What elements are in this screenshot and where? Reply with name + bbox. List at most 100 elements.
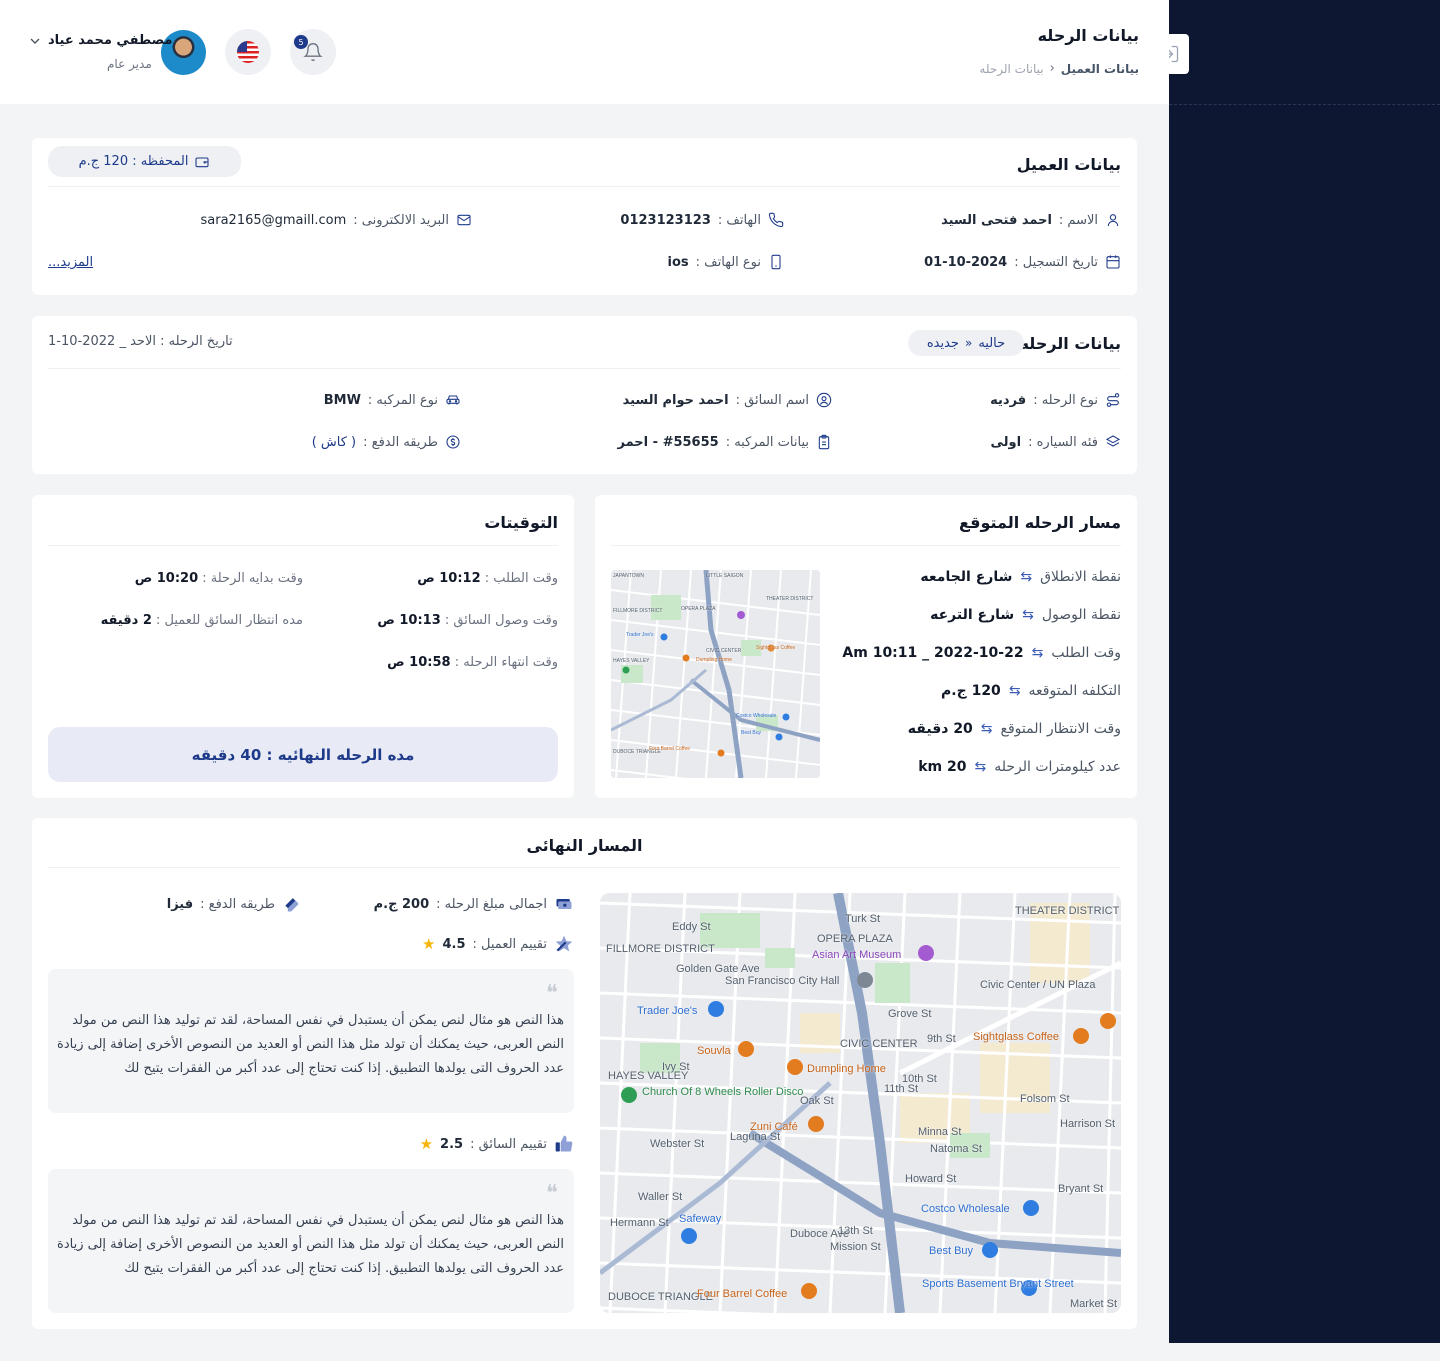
user-circle-icon [816,392,832,408]
map-label: 11th St [884,1083,919,1095]
client-phone-field: الهاتف : 0123123123 [620,212,784,228]
swap-arrows-icon: ⇆ [1008,683,1021,699]
start-time-value: 10:20 ص [134,571,199,586]
driver-rating-field: تقييم السائق : 2.5 ★ [420,1134,574,1154]
payment-method-value: ( كاش ) [311,434,357,450]
client-name-label: الاسم : [1058,212,1098,228]
route-row-label: وقت الانتظار المتوقع [1000,721,1121,737]
vehicle-info-field: بيانات المركبه : #55655 - احمر [617,434,832,450]
money-icon [446,435,460,449]
expected-route-map[interactable]: JAPANTOWN LITTLE SAIGON THEATER DISTRICT OP… [611,570,820,778]
vehicle-type-label: نوع المركبه : [367,392,438,408]
map-label: Laguna St [730,1131,781,1143]
star-icon: ★ [422,935,436,953]
breadcrumb-client[interactable]: بيانات العميل [1061,62,1139,76]
map-label: CIVIC CENTER [840,1038,918,1050]
divider [48,867,1121,868]
route-row-label: التكلفه المتوقعه [1028,683,1121,699]
map-label: 9th St [927,1033,956,1045]
timings-title: التوقيتات [484,513,558,532]
end-time-value: 10:58 ص [387,655,451,670]
calendar-icon [1106,255,1120,269]
route-row: عدد كيلومترات الرحله ⇆ 20 km [918,759,1121,775]
route-row: نقطة الانطلاق ⇆ شارع الجامعه [920,569,1121,585]
final-route-map[interactable]: THEATER DISTRICT OPERA PLAZA FILLMORE DIST… [600,893,1121,1313]
map-label: FILLMORE DISTRICT [606,943,715,955]
route-row: وقت الطلب ⇆ 2022-10-22 _ 10:11 Am [842,645,1121,661]
wallet-icon [195,156,209,167]
driver-wait-row: مده انتظار السائق للعميل : 2 دقيقه [101,613,303,628]
vehicle-info-value: #55655 - احمر [617,434,719,450]
total-duration-banner: مده الرحله النهائيه : 40 دقيقه [48,727,558,782]
final-route-card: المسار النهائى اجمالى مبلغ الرحله : 200 … [32,818,1137,1329]
vehicle-type-value: BMW [323,392,361,408]
driver-arrival-value: 10:13 ص [377,613,441,628]
map-label: Four Barrel Coffee [649,746,691,752]
vehicle-info-label: بيانات المركبه : [725,434,809,450]
wallet-badge: المحفظه : 120 ج.م [48,146,241,177]
route-row-label: نقطة الوصول [1041,607,1121,623]
trip-date: تاريخ الرحله : الاحد _ 2022-10-1 [48,334,233,349]
clipboard-icon [818,434,830,450]
route-row: التكلفه المتوقعه ⇆ 120 ج.م [941,683,1121,699]
trip-card-title: بيانات الرحله [1019,334,1121,353]
trip-type-value: فرديه [990,392,1027,408]
map-label: JAPANTOWN [613,573,644,579]
driver-arrival-row: وقت وصول السائق : 10:13 ص [377,613,558,628]
driver-name-value: احمد حوام السيد [622,392,729,408]
map-label: Market St [1070,1298,1118,1310]
map-label: Costco Wholesale [921,1203,1010,1215]
driver-review: ❝ هذا النص هو مثال لنص يمكن أن يستبدل في… [48,1169,574,1313]
trip-amount-field: اجمالى مبلغ الرحله : 200 ج.م [374,894,574,914]
map-label: Asian Art Museum [812,949,902,961]
route-row: نقطة الوصول ⇆ شارع الترعه [930,607,1121,623]
breadcrumb: بيانات العميل ‹ بيانات الرحله [979,61,1139,76]
user-icon [1107,214,1119,227]
client-rating-label: تقييم العميل : [472,936,547,952]
client-name-value: احمد فتحى السيد [941,212,1052,228]
swap-arrows-icon: ⇆ [974,759,987,775]
client-registration-value: 01-10-2024 [924,254,1008,270]
expected-route-title: مسار الرحله المتوقع [959,513,1121,532]
notifications-button[interactable]: 5 [290,29,336,75]
client-review: ❝ هذا النص هو مثال لنص يمكن أن يستبدل في… [48,969,574,1113]
map-label: Harrison St [1060,1118,1116,1130]
language-button[interactable] [225,29,271,75]
map-label: Dumpling Home [807,1063,886,1075]
final-payment-value: فيزا [166,896,194,912]
chevron-down-icon[interactable] [30,37,40,45]
client-device-label: نوع الهاتف : [695,254,761,270]
more-link[interactable]: المزيد... [48,255,93,270]
driver-rating-label: تقييم السائق : [470,1136,547,1152]
payment-method-field: طريقه الدفع : ( كاش ) [312,434,461,450]
route-row-value: شارع الجامعه [920,569,1013,585]
notification-count-badge: 5 [294,35,308,49]
map-label: Ivy St [662,1061,690,1073]
sidebar-divider [1169,104,1440,105]
map-label: Folsom St [1020,1093,1070,1105]
map-label: THEATER DISTRICT [766,596,814,602]
car-class-field: فئه السياره : اولى [991,434,1121,450]
route-row-value: 20 دقيقه [907,721,973,737]
map-label: Golden Gate Ave [676,963,760,975]
client-email-value: sara2165@gmaill.com [200,212,347,228]
map-label: Mission St [830,1241,881,1253]
map-label: LITTLE SAIGON [706,573,744,579]
car-icon [446,395,460,405]
driver-rating-value: 2.5 [440,1136,464,1152]
route-icon [1106,393,1120,407]
divider [48,368,1121,369]
start-time-row: وقت بدايه الرحلة : 10:20 ص [135,571,303,586]
driver-wait-value: 2 دقيقه [100,613,152,628]
map-label: Costco Wholesale [736,713,777,719]
driver-wait-label: مده انتظار السائق للعميل : [156,613,303,628]
map-label: Bryant St [1058,1183,1104,1195]
swap-arrows-icon: ⇆ [1020,569,1033,585]
client-review-text: هذا النص هو مثال لنص يمكن أن يستبدل في ن… [57,1013,564,1076]
route-row-value: شارع الترعه [930,607,1015,623]
client-rating-field: تقييم العميل : 4.5 ★ [422,934,574,954]
quote-icon: ❝ [546,981,558,1006]
map-label: Trader Joe's [626,632,654,638]
trip-amount-value: 200 ج.م [373,896,430,912]
map-label: Best Buy [929,1245,974,1257]
